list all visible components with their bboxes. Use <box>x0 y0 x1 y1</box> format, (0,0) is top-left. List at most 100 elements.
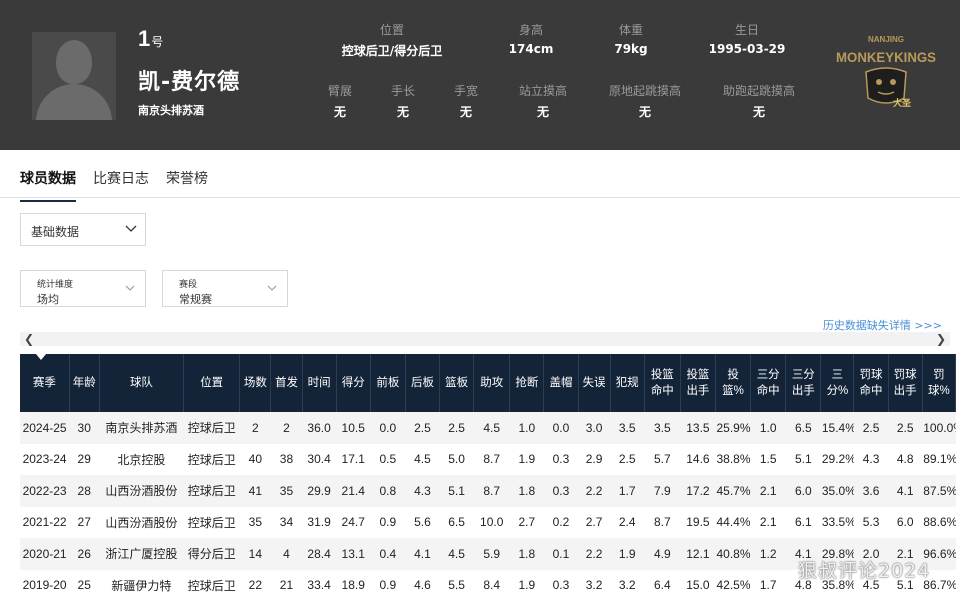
history-missing-link[interactable]: 历史数据缺失详情 >>> <box>823 317 942 333</box>
header-ft-att[interactable]: 罚球出手 <box>888 354 923 412</box>
table-row: 2023-24 29 北京控股 控球后卫 40 38 30.4 17.1 0.5 4.5 5.0 8.… <box>20 443 956 475</box>
cell-team: 新疆伊力特 <box>99 569 184 596</box>
cell-three-made: 1.7 <box>750 569 786 596</box>
header-fg-pct[interactable]: 投篮% <box>715 354 752 412</box>
data-type-value: 基础数据 <box>31 225 80 239</box>
dimension-label: 统计维度 <box>37 280 74 290</box>
cell-fg-att: 19.5 <box>680 506 716 538</box>
header-starts[interactable]: 首发 <box>270 354 303 412</box>
cell-rebounds: 5.0 <box>439 443 474 475</box>
cell-position: 得分后卫 <box>183 538 240 570</box>
header-games[interactable]: 场数 <box>239 354 272 412</box>
cell-fg-pct: 42.5% <box>715 569 751 596</box>
cell-fouls: 1.9 <box>610 538 645 570</box>
phase-label: 赛段 <box>179 280 198 290</box>
header-fouls[interactable]: 犯规 <box>610 354 645 412</box>
info-running-vertical: 助跑起跳摸高无 <box>722 84 796 119</box>
cell-three-made: 1.5 <box>750 443 786 475</box>
header-season[interactable]: 赛季 <box>20 354 70 412</box>
info-standing-vertical: 原地起跳摸高无 <box>608 84 682 119</box>
cell-fg-att: 13.5 <box>680 412 716 444</box>
header-three-pct[interactable]: 三分% <box>820 354 855 412</box>
scroll-left-icon[interactable]: ❮ <box>24 332 34 346</box>
cell-blocks: 0.1 <box>543 538 579 570</box>
cell-turnovers: 3.0 <box>578 412 611 444</box>
header-steals[interactable]: 抢断 <box>509 354 545 412</box>
cell-off-reb: 0.8 <box>370 475 406 507</box>
player-team: 南京头排苏酒 <box>138 104 204 117</box>
cell-assists: 10.0 <box>473 506 510 538</box>
cell-fg-att: 17.2 <box>680 475 716 507</box>
cell-fg-att: 14.6 <box>680 443 716 475</box>
cell-three-pct: 35.0% <box>820 475 854 507</box>
header-minutes[interactable]: 时间 <box>302 354 337 412</box>
cell-position: 控球后卫 <box>183 443 240 475</box>
cell-blocks: 0.2 <box>543 506 579 538</box>
cell-ft-pct: 87.5% <box>922 475 956 507</box>
header-fg-att[interactable]: 投篮出手 <box>680 354 717 412</box>
cell-blocks: 0.3 <box>543 569 579 596</box>
cell-starts: 21 <box>270 569 303 596</box>
cell-team: 山西汾酒股份 <box>99 475 184 507</box>
scroll-right-icon[interactable]: ❯ <box>936 332 946 346</box>
cell-points: 18.9 <box>336 569 371 596</box>
header-rebounds[interactable]: 篮板 <box>439 354 475 412</box>
info-position: 位置 控球后卫/得分后卫 <box>341 23 443 58</box>
chevron-down-icon <box>125 225 137 232</box>
header-ft-made[interactable]: 罚球命中 <box>853 354 889 412</box>
header-three-att[interactable]: 三分出手 <box>785 354 822 412</box>
tab-player-stats[interactable]: 球员数据 <box>20 168 76 202</box>
header-assists[interactable]: 助攻 <box>473 354 511 412</box>
cell-ft-pct: 89.1% <box>922 443 956 475</box>
cell-ft-made: 2.5 <box>853 412 889 444</box>
cell-steals: 1.9 <box>509 443 544 475</box>
header-position[interactable]: 位置 <box>183 354 241 412</box>
player-name: 凯-费尔德 <box>138 70 241 95</box>
header-ft-pct[interactable]: 罚球% <box>922 354 957 412</box>
player-avatar <box>32 32 116 120</box>
cell-starts: 2 <box>270 412 303 444</box>
header-fg-made[interactable]: 投篮命中 <box>644 354 681 412</box>
cell-three-att: 6.1 <box>785 506 821 538</box>
cell-three-pct: 33.5% <box>820 506 854 538</box>
cell-fg-att: 12.1 <box>680 538 716 570</box>
table-header-row: 赛季 年龄 球队 位置 场数 首发 时间 得分 前板 后板 篮板 助攻 抢断 盖帽 失误 犯规 投篮命中 投篮出手… <box>20 354 957 412</box>
header-blocks[interactable]: 盖帽 <box>543 354 579 412</box>
header-three-made[interactable]: 三分命中 <box>750 354 787 412</box>
info-hand-length: 手长无 <box>390 84 416 119</box>
header-team[interactable]: 球队 <box>99 354 185 412</box>
tab-game-log[interactable]: 比赛日志 <box>93 168 149 188</box>
cell-games: 41 <box>239 475 271 507</box>
cell-season: 2022-23 <box>20 475 70 507</box>
cell-turnovers: 2.7 <box>578 506 611 538</box>
cell-minutes: 29.9 <box>302 475 337 507</box>
cell-ft-pct: 100.0% <box>922 412 956 444</box>
header-points[interactable]: 得分 <box>336 354 371 412</box>
dimension-select[interactable]: 统计维度 场均 <box>20 270 146 307</box>
cell-minutes: 30.4 <box>302 443 337 475</box>
cell-fg-pct: 44.4% <box>715 506 751 538</box>
header-def-reb[interactable]: 后板 <box>405 354 441 412</box>
cell-games: 14 <box>239 538 271 570</box>
cell-games: 35 <box>239 506 271 538</box>
header-turnovers[interactable]: 失误 <box>578 354 611 412</box>
cell-three-made: 2.1 <box>750 475 786 507</box>
cell-three-made: 1.2 <box>750 538 786 570</box>
phase-select[interactable]: 赛段 常规赛 <box>162 270 288 307</box>
cell-blocks: 0.0 <box>543 412 579 444</box>
player-header: 1号 凯-费尔德 南京头排苏酒 位置 控球后卫/得分后卫 身高 174cm 体重 79… <box>0 0 960 150</box>
table-row: 2024-25 30 南京头排苏酒 控球后卫 2 2 36.0 10.5 0.0 2.5 2.5 4.… <box>20 412 956 444</box>
cell-rebounds: 4.5 <box>439 538 474 570</box>
cell-def-reb: 4.1 <box>405 538 440 570</box>
cell-team: 北京控股 <box>99 443 184 475</box>
header-age[interactable]: 年龄 <box>69 354 100 412</box>
cell-age: 25 <box>69 569 100 596</box>
horizontal-scrollbar[interactable]: ❮ ❯ <box>20 332 950 346</box>
cell-fouls: 2.5 <box>610 443 645 475</box>
header-off-reb[interactable]: 前板 <box>370 354 406 412</box>
info-wingspan: 臂展无 <box>327 84 353 119</box>
tab-honors[interactable]: 荣誉榜 <box>166 168 208 188</box>
cell-points: 21.4 <box>336 475 371 507</box>
cell-fg-pct: 40.8% <box>715 538 751 570</box>
data-type-select[interactable]: 基础数据 <box>20 213 146 246</box>
